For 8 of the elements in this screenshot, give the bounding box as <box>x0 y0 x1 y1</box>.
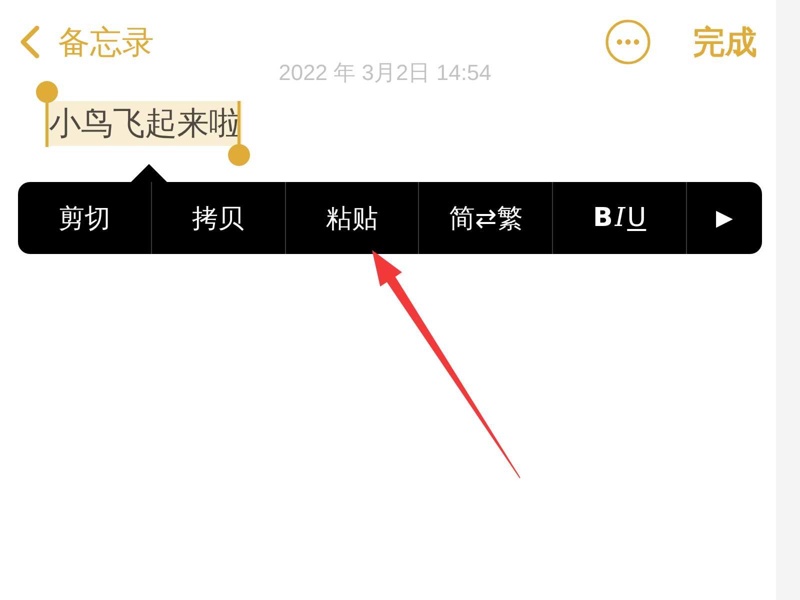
more-menu-item[interactable]: ▶ <box>686 182 762 254</box>
menu-item[interactable]: 简⇄繁 <box>418 182 552 254</box>
selected-text: 小鸟飞起来啦 <box>48 101 242 146</box>
note-timestamp: 2022 年 3月2日 14:54 <box>278 60 492 86</box>
menu-item[interactable]: 剪切 <box>18 182 151 254</box>
menu-item[interactable]: 拷贝 <box>150 182 285 254</box>
format-menu-item[interactable]: BIU <box>552 182 686 254</box>
back-chevron-icon <box>18 25 42 59</box>
